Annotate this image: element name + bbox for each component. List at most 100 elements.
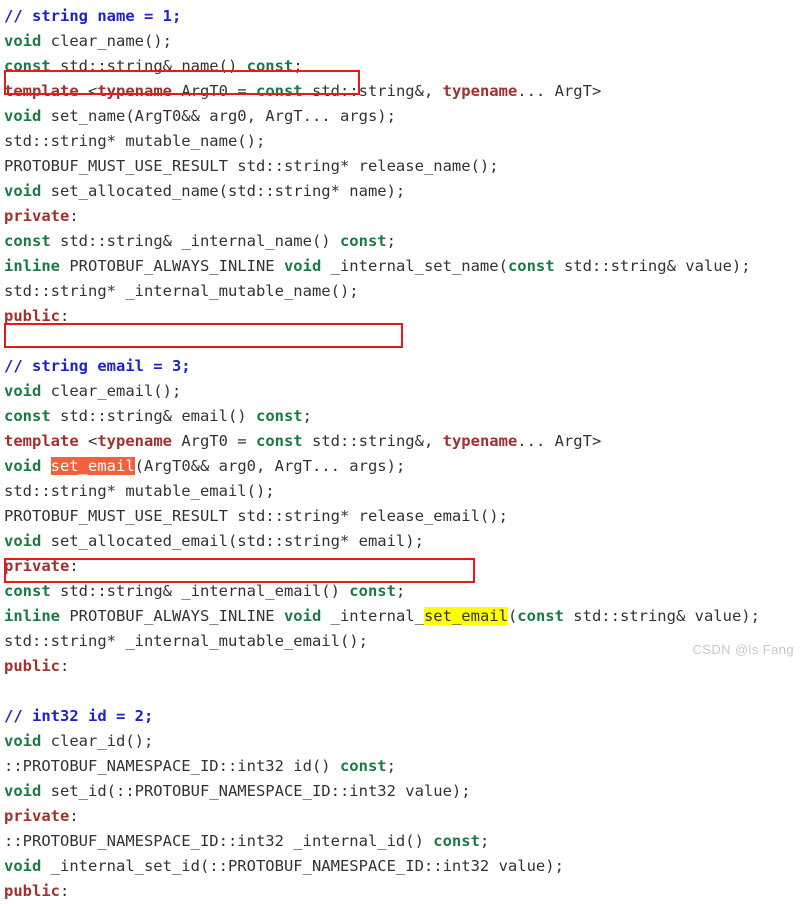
code-token: ; — [302, 407, 312, 425]
code-token: // int32 id = 2; — [4, 707, 154, 725]
code-token: _internal_set_id(::PROTOBUF_NAMESPACE_ID… — [41, 857, 564, 875]
code-token: std::string& value); — [554, 257, 751, 275]
code-token: void — [4, 857, 42, 875]
code-token: public — [4, 882, 60, 900]
code-line: void set_allocated_name(std::string* nam… — [4, 179, 760, 204]
code-token: void — [4, 182, 42, 200]
code-token: private — [4, 207, 70, 225]
watermark: CSDN @ls Fang — [692, 642, 794, 657]
code-token: std::string* mutable_email(); — [4, 482, 275, 500]
code-line: const std::string& _internal_name() cons… — [4, 229, 760, 254]
code-token: ; — [479, 832, 490, 850]
code-token: < — [78, 82, 98, 100]
code-line: void _internal_set_id(::PROTOBUF_NAMESPA… — [4, 854, 760, 879]
code-token: ; — [293, 57, 303, 75]
code-line: ::PROTOBUF_NAMESPACE_ID::int32 _internal… — [4, 829, 760, 854]
code-line: ::PROTOBUF_NAMESPACE_ID::int32 id() cons… — [4, 754, 760, 779]
code-line: std::string* mutable_name(); — [4, 129, 760, 154]
code-token: std::string& _internal_name() — [50, 232, 340, 250]
code-token: void — [4, 457, 42, 475]
code-line: private: — [4, 804, 760, 829]
code-token: clear_email(); — [41, 382, 182, 400]
code-line: void set_name(ArgT0&& arg0, ArgT... args… — [4, 104, 760, 129]
code-token: : — [69, 557, 79, 575]
code-line: inline PROTOBUF_ALWAYS_INLINE void _inte… — [4, 254, 760, 279]
code-token: PROTOBUF_MUST_USE_RESULT std::string* re… — [4, 157, 499, 175]
code-token: std::string* mutable_name(); — [4, 132, 266, 150]
code-token: const — [339, 232, 387, 250]
code-token: : — [60, 882, 70, 900]
code-token: typename — [442, 82, 518, 100]
code-token: : — [69, 207, 79, 225]
code-token: : — [60, 307, 70, 325]
code-line: // int32 id = 2; — [4, 704, 760, 729]
code-line: void set_id(::PROTOBUF_NAMESPACE_ID::int… — [4, 779, 760, 804]
code-text-area[interactable]: // string name = 1; void clear_name(); con… — [0, 0, 760, 904]
code-token: ... ArgT> — [517, 432, 602, 450]
code-token: : — [60, 657, 70, 675]
code-line: const std::string& name() const; — [4, 54, 760, 79]
code-token: const — [255, 407, 303, 425]
code-line: PROTOBUF_MUST_USE_RESULT std::string* re… — [4, 154, 760, 179]
code-line: std::string* _internal_mutable_name(); — [4, 279, 760, 304]
code-token: std::string& name() — [50, 57, 247, 75]
code-token: _internal_ — [321, 607, 424, 625]
code-token: template — [4, 432, 79, 450]
code-token: std::string* _internal_mutable_name(); — [4, 282, 359, 300]
code-token: std::string* _internal_mutable_email(); — [4, 632, 368, 650]
code-token: ::PROTOBUF_NAMESPACE_ID::int32 id() — [4, 757, 340, 775]
code-token: ::PROTOBUF_NAMESPACE_ID::int32 _internal… — [4, 832, 434, 850]
code-line: std::string* mutable_email(); — [4, 479, 760, 504]
code-token: typename — [442, 432, 518, 450]
code-token: : — [69, 807, 79, 825]
code-line: inline PROTOBUF_ALWAYS_INLINE void _inte… — [4, 604, 760, 629]
code-token: const — [507, 257, 555, 275]
code-line: private: — [4, 554, 760, 579]
code-token: private — [4, 807, 70, 825]
code-token: std::string& email() — [50, 407, 256, 425]
code-line: public: — [4, 879, 760, 904]
code-token: std::string&, — [302, 432, 443, 450]
code-token: ( — [507, 607, 518, 625]
code-token: ; — [386, 757, 396, 775]
code-token: PROTOBUF_ALWAYS_INLINE — [60, 257, 284, 275]
code-token: < — [78, 432, 98, 450]
code-line: public: — [4, 304, 760, 329]
code-token: ; — [395, 582, 406, 600]
code-line: void set_allocated_email(std::string* em… — [4, 529, 760, 554]
code-token: _internal_set_name( — [321, 257, 508, 275]
code-line: // string email = 3; — [4, 354, 760, 379]
code-line: void clear_email(); — [4, 379, 760, 404]
code-line: std::string* _internal_mutable_email(); — [4, 629, 760, 654]
code-token: ... ArgT> — [517, 82, 602, 100]
code-token: const — [4, 407, 51, 425]
code-token: ArgT0 = — [171, 82, 256, 100]
code-token: typename — [97, 432, 172, 450]
code-token: const — [4, 582, 51, 600]
code-line: const std::string& _internal_email() con… — [4, 579, 760, 604]
code-line: void clear_id(); — [4, 729, 760, 754]
code-token: // string name = 1; — [4, 7, 182, 25]
code-token: set_email — [50, 457, 135, 475]
code-token: inline — [4, 257, 60, 275]
code-token: inline — [4, 607, 60, 625]
code-token: ArgT0 = — [171, 432, 256, 450]
code-token: void — [4, 107, 42, 125]
code-token: set_name(ArgT0&& arg0, ArgT... args); — [41, 107, 396, 125]
code-line: private: — [4, 204, 760, 229]
code-line: template <typename ArgT0 = const std::st… — [4, 429, 760, 454]
code-token: set_id(::PROTOBUF_NAMESPACE_ID::int32 va… — [41, 782, 471, 800]
code-token: std::string& _internal_email() — [50, 582, 350, 600]
code-token: std::string&, — [302, 82, 443, 100]
code-token: public — [4, 657, 60, 675]
code-token: void — [283, 257, 322, 275]
code-token: set_allocated_email(std::string* email); — [41, 532, 424, 550]
code-line: void clear_name(); — [4, 29, 760, 54]
code-token: ; — [386, 232, 396, 250]
code-token: std::string& value); — [563, 607, 760, 625]
code-token: const — [433, 832, 480, 850]
code-line: // string name = 1; — [4, 4, 760, 29]
code-token: void — [4, 782, 42, 800]
code-token: clear_id(); — [41, 732, 154, 750]
